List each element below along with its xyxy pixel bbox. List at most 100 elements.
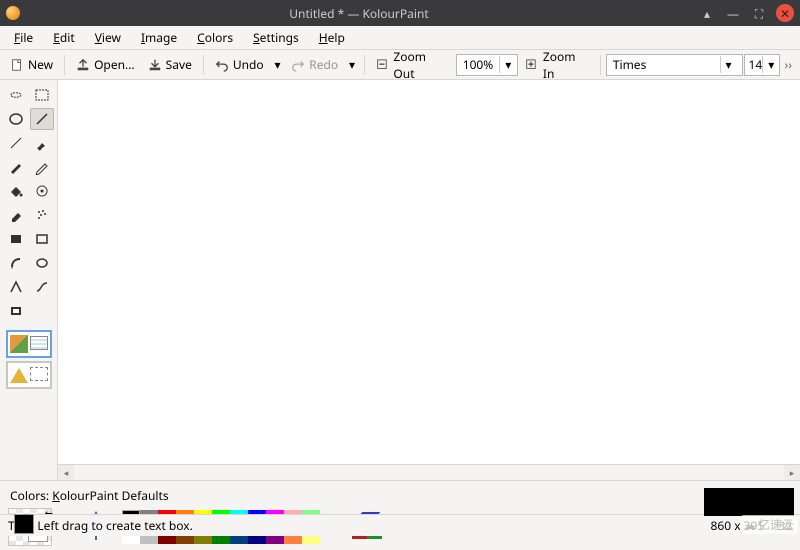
menu-help[interactable]: Help xyxy=(311,26,353,49)
tool-pencil[interactable] xyxy=(30,156,54,178)
window-close-button[interactable]: ✕ xyxy=(776,4,794,22)
fill-icon xyxy=(8,183,24,199)
window-up-button[interactable]: ▴ xyxy=(698,4,716,22)
zoom-in-label: Zoom In xyxy=(543,48,589,82)
window-maximize-button[interactable]: ⛶ xyxy=(750,4,768,22)
undo-dropdown[interactable]: ▾ xyxy=(271,56,285,73)
work-area: ◂ ▸ xyxy=(0,80,800,480)
polygon-icon xyxy=(8,279,24,295)
redo-label: Redo xyxy=(309,56,338,73)
separator xyxy=(600,55,601,75)
toolbox xyxy=(0,80,58,480)
menu-image[interactable]: Image xyxy=(133,26,185,49)
tool-marker[interactable] xyxy=(4,156,28,178)
open-label: Open... xyxy=(94,56,135,73)
horizontal-scrollbar[interactable]: ◂ ▸ xyxy=(58,464,800,480)
tool-text-tool[interactable] xyxy=(4,300,28,322)
brush-icon xyxy=(34,135,50,151)
curve-icon xyxy=(34,279,50,295)
redo-dropdown[interactable]: ▾ xyxy=(345,56,359,73)
new-label: New xyxy=(28,56,53,73)
scroll-right-arrow[interactable]: ▸ xyxy=(784,465,800,480)
colors-panel-label: Colors: KolourPaint Defaults xyxy=(10,487,169,504)
open-button[interactable]: Open... xyxy=(70,53,141,76)
opaque-bg-option[interactable] xyxy=(6,330,52,358)
zoom-out-button[interactable]: Zoom Out xyxy=(370,45,455,85)
menu-file[interactable]: File xyxy=(6,26,41,49)
toolbar-overflow[interactable]: ›› xyxy=(781,56,796,73)
font-family-value: Times xyxy=(613,56,647,73)
rounded-rect-icon xyxy=(8,255,24,271)
font-size-value: 14 xyxy=(749,56,763,73)
zoom-out-icon xyxy=(376,58,390,72)
zoom-combobox[interactable]: 100% ▾ xyxy=(456,54,519,76)
freeform-select-icon xyxy=(8,87,24,103)
undo-button[interactable]: Undo xyxy=(209,53,270,76)
undo-label: Undo xyxy=(233,56,264,73)
tool-freeform-select[interactable] xyxy=(4,84,28,106)
chevron-down-icon: ▾ xyxy=(720,56,736,73)
filled-rect-icon xyxy=(8,231,24,247)
tool-rounded-rect[interactable] xyxy=(4,252,28,274)
pencil-icon xyxy=(34,159,50,175)
tool-rect-select[interactable] xyxy=(30,84,54,106)
separator xyxy=(364,55,365,75)
tool-color-picker[interactable] xyxy=(30,180,54,202)
tool-spray[interactable] xyxy=(30,204,54,226)
tool-options xyxy=(6,330,52,389)
zoom-in-button[interactable]: Zoom In xyxy=(519,45,595,85)
eraser-icon xyxy=(8,207,24,223)
main-toolbar: New Open... Save Undo ▾ Redo ▾ Zoom Out … xyxy=(0,50,800,80)
menu-edit[interactable]: Edit xyxy=(45,26,83,49)
window-title: Untitled * — KolourPaint xyxy=(28,5,690,22)
foreground-color[interactable] xyxy=(14,514,34,534)
menu-view[interactable]: View xyxy=(87,26,129,49)
redo-button[interactable]: Redo xyxy=(285,53,344,76)
watermark-text: ☁ 亿速云 xyxy=(740,515,798,534)
separator xyxy=(64,55,65,75)
new-button[interactable]: New xyxy=(4,53,59,76)
ellipse-tool-icon xyxy=(8,111,24,127)
pen-icon xyxy=(8,135,24,151)
canvas-pane: ◂ ▸ xyxy=(58,80,800,480)
new-file-icon xyxy=(10,58,24,72)
text-tool-icon xyxy=(8,303,24,319)
tool-curve[interactable] xyxy=(30,276,54,298)
zoom-value: 100% xyxy=(463,56,494,73)
tool-rect-outline[interactable] xyxy=(30,228,54,250)
zoom-in-icon xyxy=(525,58,539,72)
window-minimize-button[interactable]: — xyxy=(724,4,742,22)
rect-select-icon xyxy=(34,87,50,103)
tool-ellipse-outline[interactable] xyxy=(30,252,54,274)
tool-fill[interactable] xyxy=(4,180,28,202)
scroll-left-arrow[interactable]: ◂ xyxy=(58,465,74,480)
menu-settings[interactable]: Settings xyxy=(245,26,307,49)
redo-icon xyxy=(291,58,305,72)
save-icon xyxy=(148,58,162,72)
tool-ellipse-tool[interactable] xyxy=(4,108,28,130)
app-icon xyxy=(6,6,20,20)
tool-line-tool[interactable] xyxy=(30,108,54,130)
save-label: Save xyxy=(166,56,192,73)
tool-polygon[interactable] xyxy=(4,276,28,298)
undo-icon xyxy=(215,58,229,72)
font-size-combobox[interactable]: 14 ▾ xyxy=(744,54,780,76)
status-hint: Text: Left drag to create text box. xyxy=(8,517,193,534)
color-picker-icon xyxy=(34,183,50,199)
chevron-down-icon: ▾ xyxy=(762,56,778,73)
zoom-out-label: Zoom Out xyxy=(393,48,448,82)
menu-colors[interactable]: Colors xyxy=(189,26,241,49)
drawing-canvas[interactable] xyxy=(58,80,800,464)
rect-outline-icon xyxy=(34,231,50,247)
scroll-track[interactable] xyxy=(74,465,784,480)
tool-brush[interactable] xyxy=(30,132,54,154)
transparent-bg-option[interactable] xyxy=(6,361,52,389)
marker-icon xyxy=(8,159,24,175)
tool-filled-rect[interactable] xyxy=(4,228,28,250)
separator xyxy=(203,55,204,75)
font-family-combobox[interactable]: Times ▾ xyxy=(606,54,743,76)
save-button[interactable]: Save xyxy=(142,53,198,76)
tool-eraser[interactable] xyxy=(4,204,28,226)
tool-pen[interactable] xyxy=(4,132,28,154)
open-icon xyxy=(76,58,90,72)
